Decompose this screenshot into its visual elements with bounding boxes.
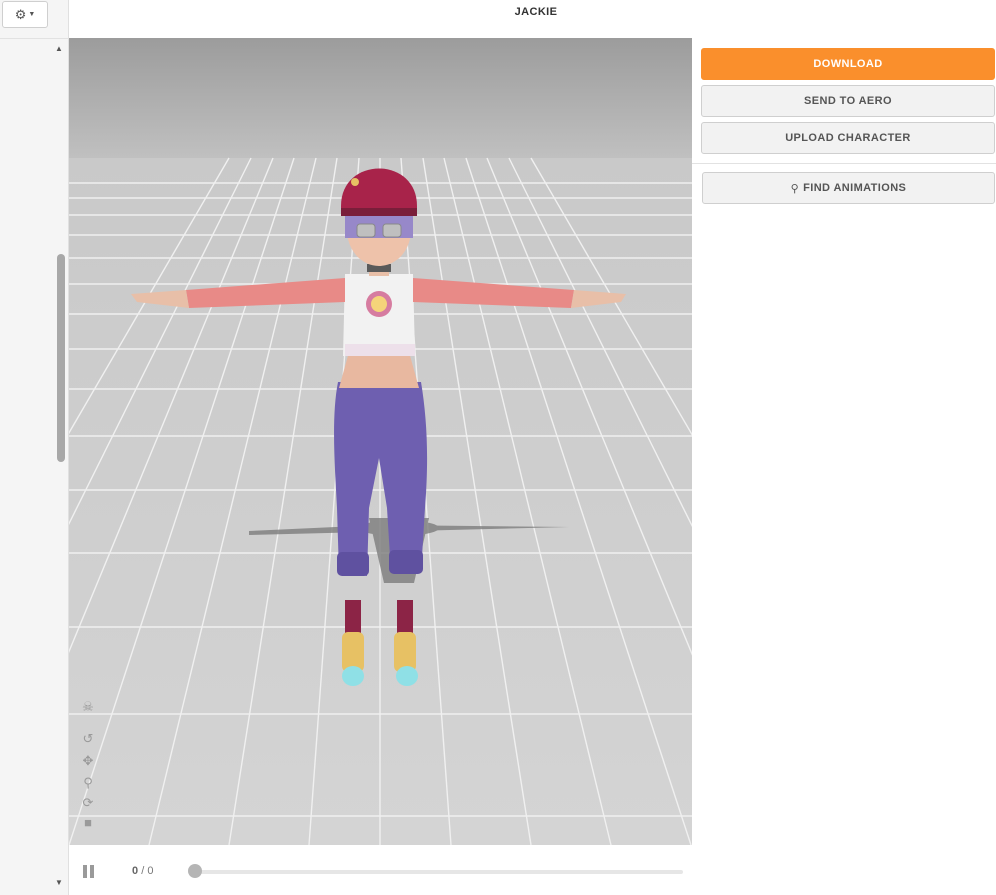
upload-character-button[interactable]: UPLOAD CHARACTER <box>701 122 995 154</box>
search-icon: ⚲ <box>790 182 800 195</box>
scrollbar-thumb[interactable] <box>57 254 65 462</box>
left-sidebar: ⚙ ▼ ▲ ▼ <box>0 0 69 895</box>
zoom-icon[interactable]: ⚲ <box>79 774 97 792</box>
send-to-aero-button[interactable]: SEND TO AERO <box>701 85 995 117</box>
scene-render <box>69 38 692 845</box>
settings-button[interactable]: ⚙ ▼ <box>2 1 48 28</box>
find-animations-label: FIND ANIMATIONS <box>803 182 907 194</box>
playback-bar: 0 / 0 <box>69 845 692 895</box>
scroll-up-arrow-icon[interactable]: ▲ <box>55 44 63 53</box>
app-window: ⚙ ▼ ▲ ▼ JACKIE ☠ ↺ ✥ ⚲ ⟳ ■ 0 / 0 DOWNLOA… <box>0 0 996 895</box>
action-panel: DOWNLOAD SEND TO AERO UPLOAD CHARACTER ⚲… <box>692 38 996 895</box>
camera-icon[interactable]: ■ <box>79 814 97 832</box>
frame-separator: / <box>141 865 145 877</box>
gear-icon: ⚙ <box>14 6 27 22</box>
timeline-track[interactable] <box>193 870 683 874</box>
3d-viewport[interactable]: ☠ ↺ ✥ ⚲ ⟳ ■ <box>69 38 692 845</box>
find-animations-button[interactable]: ⚲ FIND ANIMATIONS <box>702 172 995 204</box>
download-button[interactable]: DOWNLOAD <box>701 48 995 80</box>
pan-icon[interactable]: ✥ <box>79 752 97 770</box>
current-frame: 0 <box>132 865 139 877</box>
pause-bar-right <box>90 865 94 878</box>
sidebar-divider <box>0 38 69 39</box>
timeline-scrubber[interactable] <box>188 864 202 878</box>
header: JACKIE <box>69 0 996 38</box>
rotate-icon[interactable]: ↺ <box>79 730 97 748</box>
chevron-down-icon: ▼ <box>28 11 36 18</box>
frame-counter: 0 / 0 <box>132 865 153 877</box>
backdrop <box>69 38 692 178</box>
orbit-icon[interactable]: ⟳ <box>79 794 97 812</box>
scroll-down-arrow-icon[interactable]: ▼ <box>55 878 63 887</box>
skeleton-icon[interactable]: ☠ <box>79 698 97 716</box>
pause-bar-left <box>83 865 87 878</box>
character-title: JACKIE <box>514 6 558 18</box>
panel-divider <box>692 163 996 164</box>
pause-button[interactable] <box>83 865 97 879</box>
total-frames: 0 <box>147 865 154 877</box>
